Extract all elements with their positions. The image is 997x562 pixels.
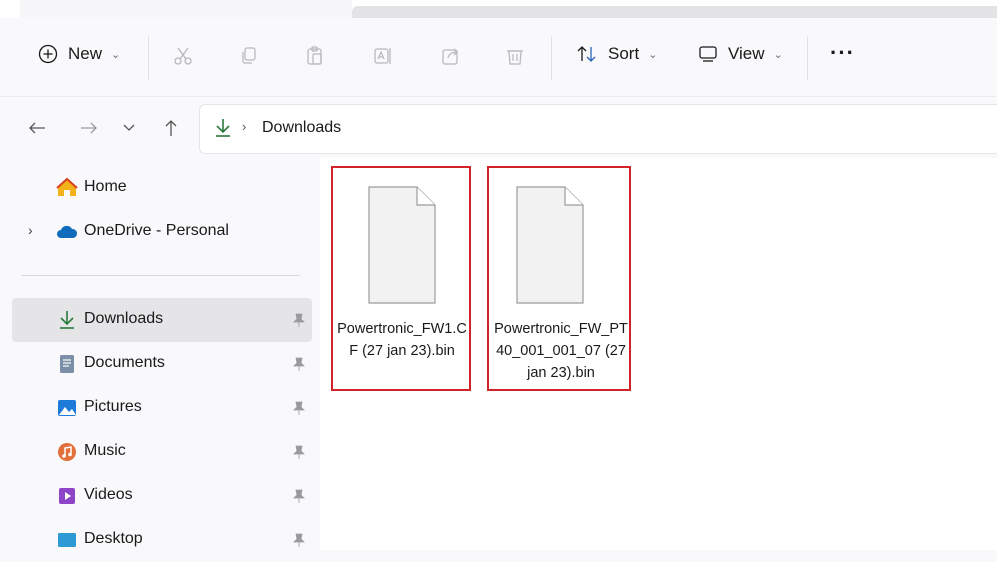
rename-icon [374, 48, 391, 64]
more-options-button[interactable]: ··· [830, 40, 855, 66]
videos-icon [59, 488, 75, 504]
sidebar-item-label: Downloads [84, 310, 164, 327]
trash-icon [507, 50, 523, 65]
new-button-label: New [68, 44, 103, 63]
sidebar-item-label: Pictures [84, 398, 142, 415]
navigation-pane: Home › OneDrive - Personal Downloads Doc… [0, 158, 320, 550]
tab-strip [0, 0, 997, 18]
sort-button[interactable]: Sort ⌄ [576, 44, 657, 64]
breadcrumb-separator-icon: › [242, 119, 247, 134]
file-name: Powertronic_FW1.CF (27 jan 23).bin [337, 321, 467, 359]
arrow-up-icon [165, 120, 177, 136]
sidebar-item-label: OneDrive - Personal [84, 222, 229, 239]
documents-icon [60, 355, 74, 373]
sidebar-item-label: Desktop [84, 530, 143, 547]
generic-file-icon [368, 186, 436, 304]
sidebar-item-onedrive[interactable]: OneDrive - Personal [12, 210, 312, 254]
back-button[interactable] [24, 115, 50, 141]
pin-icon[interactable] [292, 312, 306, 328]
recent-locations-button[interactable] [116, 115, 142, 141]
toolbar-divider [807, 36, 808, 80]
more-icon: ··· [830, 40, 855, 65]
sidebar-item-desktop[interactable]: Desktop [12, 518, 312, 562]
sort-arrows-icon [577, 46, 596, 62]
arrow-right-icon [81, 122, 97, 134]
pin-icon[interactable] [292, 400, 306, 416]
pictures-icon [58, 400, 76, 416]
download-arrow-icon [60, 311, 74, 329]
home-icon [56, 177, 78, 196]
toolbar-divider [148, 36, 149, 80]
pin-icon[interactable] [292, 532, 306, 548]
sidebar-divider [22, 275, 300, 276]
command-bar: New ⌄ Sort ⌄ View ⌄ ··· [0, 18, 997, 96]
tab-strip-background [352, 6, 997, 18]
sidebar-item-label: Music [84, 442, 126, 459]
active-tab[interactable] [20, 0, 352, 18]
cut-button[interactable] [166, 39, 200, 73]
sidebar-item-downloads[interactable]: Downloads [12, 298, 312, 342]
generic-file-icon [516, 186, 584, 304]
sidebar-item-home[interactable]: Home [12, 166, 312, 210]
view-button-label: View [728, 44, 765, 63]
forward-button[interactable] [76, 115, 102, 141]
sidebar-item-pictures[interactable]: Pictures [12, 386, 312, 430]
file-item[interactable]: Powertronic_FW1.CF (27 jan 23).bin [331, 166, 471, 391]
up-button[interactable] [158, 115, 184, 141]
copy-button[interactable] [232, 39, 266, 73]
breadcrumb-downloads[interactable]: Downloads [262, 119, 341, 137]
rename-button[interactable] [366, 39, 400, 73]
file-item[interactable]: Powertronic_FW_PT40_001_001_07 (27 jan 2… [487, 166, 631, 391]
chevron-down-icon: ⌄ [111, 48, 121, 61]
sidebar-item-videos[interactable]: Videos [12, 474, 312, 518]
file-name: Powertronic_FW_PT40_001_001_07 (27 jan 2… [494, 321, 628, 381]
address-row: › Downloads [0, 96, 997, 159]
file-list-pane: Powertronic_FW1.CF (27 jan 23).bin Power… [320, 158, 997, 550]
view-button[interactable]: View ⌄ [698, 44, 783, 64]
music-icon [58, 443, 76, 461]
address-bar[interactable]: › Downloads [199, 104, 997, 154]
scissors-icon [174, 47, 192, 65]
pin-icon[interactable] [292, 356, 306, 372]
paste-button[interactable] [298, 39, 332, 73]
sidebar-item-label: Home [84, 178, 127, 195]
arrow-left-icon [29, 122, 45, 134]
clipboard-icon [307, 46, 322, 65]
toolbar-divider [551, 36, 552, 80]
sort-button-label: Sort [608, 44, 640, 63]
new-button[interactable]: New ⌄ [38, 44, 120, 64]
download-arrow-icon [216, 119, 230, 137]
pin-icon[interactable] [292, 488, 306, 504]
copy-icon [242, 47, 256, 64]
chevron-down-icon: ⌄ [773, 48, 783, 61]
sidebar-item-music[interactable]: Music [12, 430, 312, 474]
share-button[interactable] [434, 39, 468, 73]
onedrive-cloud-icon [57, 225, 78, 238]
pin-icon[interactable] [292, 444, 306, 460]
sidebar-item-label: Documents [84, 354, 165, 371]
delete-button[interactable] [498, 39, 532, 73]
desktop-icon [58, 533, 76, 547]
chevron-down-icon: ⌄ [648, 48, 658, 61]
sidebar-item-label: Videos [84, 486, 133, 503]
share-icon [442, 48, 458, 65]
chevron-down-icon [123, 124, 135, 131]
view-monitor-icon [699, 46, 717, 62]
plus-circle-icon [38, 44, 58, 64]
sidebar-item-documents[interactable]: Documents [12, 342, 312, 386]
